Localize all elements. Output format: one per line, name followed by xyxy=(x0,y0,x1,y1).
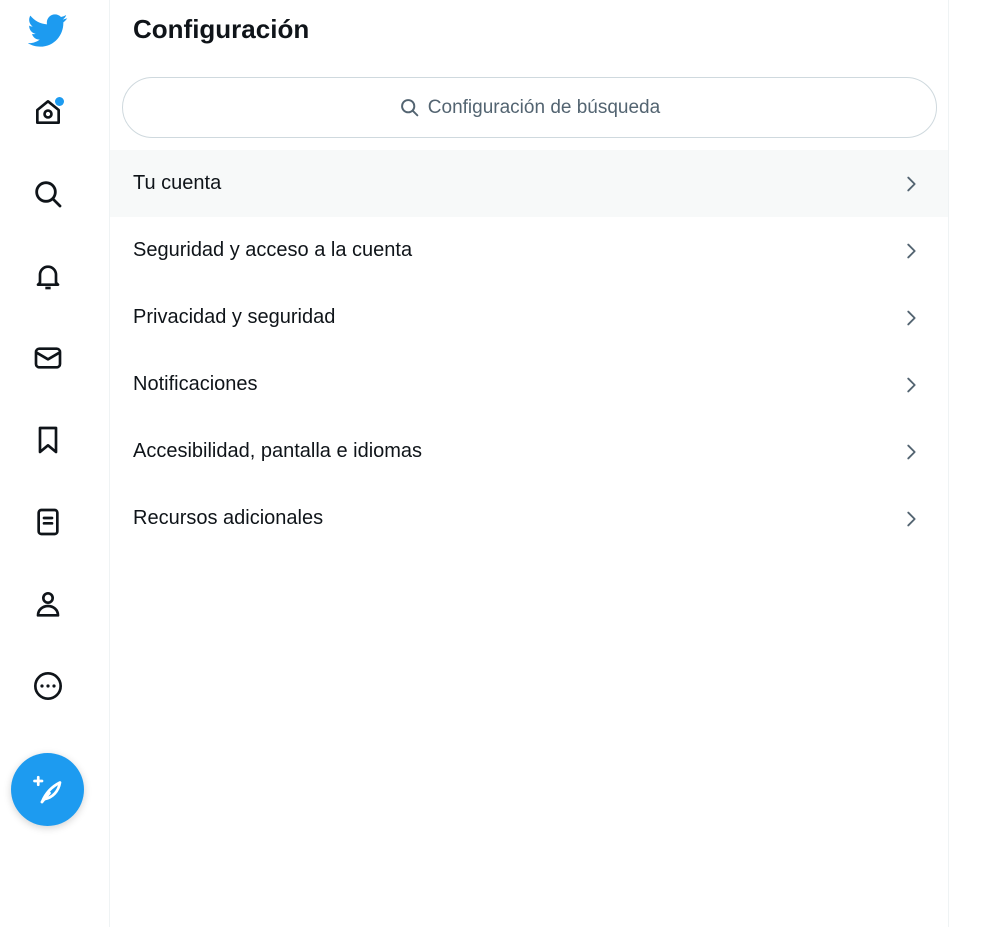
nav-home[interactable] xyxy=(22,86,74,138)
menu-item-label: Privacidad y seguridad xyxy=(133,306,336,328)
lists-icon xyxy=(37,508,59,536)
menu-item-privacidad[interactable]: Privacidad y seguridad xyxy=(110,284,948,351)
more-options-icon xyxy=(34,672,62,700)
chevron-right-icon xyxy=(907,377,916,392)
nav-notifications[interactable] xyxy=(22,250,74,302)
search-icon xyxy=(400,99,419,117)
twitter-logo[interactable] xyxy=(22,4,74,56)
left-nav xyxy=(0,0,110,927)
nav-lists[interactable] xyxy=(22,496,74,548)
twitter-bird-icon xyxy=(28,14,68,47)
notifications-bell-icon xyxy=(36,265,60,290)
nav-profile[interactable] xyxy=(22,578,74,630)
profile-icon xyxy=(36,592,60,617)
menu-item-label: Accesibilidad, pantalla e idiomas xyxy=(133,440,423,462)
search-placeholder: Configuración de búsqueda xyxy=(427,96,661,118)
nav-messages[interactable] xyxy=(22,332,74,384)
menu-item-tu-cuenta[interactable]: Tu cuenta xyxy=(110,150,948,217)
compose-tweet-button[interactable] xyxy=(11,753,84,826)
page-title: Configuración xyxy=(133,14,310,44)
menu-item-label: Tu cuenta xyxy=(133,172,222,194)
nav-bookmarks[interactable] xyxy=(22,414,74,466)
chevron-right-icon xyxy=(907,511,916,526)
search-icon xyxy=(35,181,62,208)
settings-panel: Configuración Configuración de búsqueda … xyxy=(110,0,949,927)
chevron-right-icon xyxy=(907,243,916,258)
menu-item-label: Notificaciones xyxy=(133,373,258,395)
app-window: Configuración Configuración de búsqueda … xyxy=(0,0,1000,927)
messages-envelope-icon xyxy=(34,347,62,369)
menu-item-accesibilidad[interactable]: Accesibilidad, pantalla e idiomas xyxy=(110,418,948,485)
chevron-right-icon xyxy=(907,176,916,191)
settings-menu-list: Tu cuenta Seguridad y acceso a la cuenta… xyxy=(110,150,948,552)
menu-item-seguridad-acceso[interactable]: Seguridad y acceso a la cuenta xyxy=(110,217,948,284)
chevron-right-icon xyxy=(907,444,916,459)
unread-dot xyxy=(55,97,64,106)
bookmark-icon xyxy=(38,426,58,454)
chevron-right-icon xyxy=(907,310,916,325)
nav-explore[interactable] xyxy=(22,168,74,220)
menu-item-notificaciones[interactable]: Notificaciones xyxy=(110,351,948,418)
menu-item-label: Recursos adicionales xyxy=(133,507,324,529)
settings-search-input[interactable]: Configuración de búsqueda xyxy=(122,77,937,138)
menu-item-recursos[interactable]: Recursos adicionales xyxy=(110,485,948,552)
nav-more[interactable] xyxy=(22,660,74,712)
compose-feather-plus-icon xyxy=(32,775,61,803)
menu-item-label: Seguridad y acceso a la cuenta xyxy=(133,239,413,261)
